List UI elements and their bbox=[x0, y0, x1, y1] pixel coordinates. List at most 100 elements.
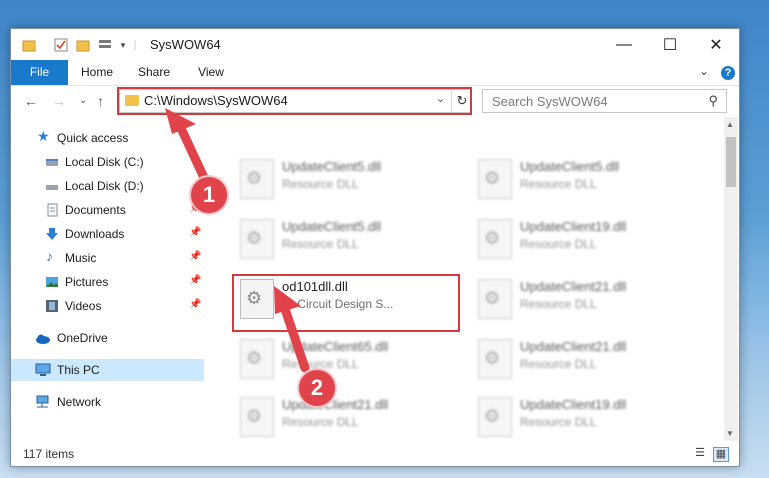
file-item[interactable]: ⚙ UpdateClient5.dll Resource DLL bbox=[234, 155, 454, 201]
file-name: UpdateClient19.dll bbox=[520, 219, 627, 234]
status-bar: 117 items ☰ ▦ bbox=[11, 442, 739, 466]
sidebar-label: Downloads bbox=[65, 227, 125, 241]
music-icon: ♪ bbox=[46, 248, 53, 264]
videos-icon bbox=[46, 300, 58, 312]
sidebar-item-videos[interactable]: Videos 📌 bbox=[11, 295, 204, 317]
file-item[interactable]: ⚙ UpdateClient21.dll Resource DLL bbox=[234, 393, 454, 439]
dll-file-icon: ⚙ bbox=[240, 339, 274, 379]
vertical-scrollbar[interactable]: ▲ ▼ bbox=[724, 117, 738, 441]
tab-home[interactable]: Home bbox=[75, 60, 119, 85]
file-description: Resource DLL bbox=[520, 177, 597, 191]
sidebar-item-music[interactable]: ♪ Music 📌 bbox=[11, 247, 204, 269]
documents-icon bbox=[47, 203, 58, 217]
file-item[interactable]: ⚙ UpdateClient5.dll Resource DLL bbox=[472, 155, 692, 201]
sidebar-item-onedrive[interactable]: OneDrive bbox=[11, 327, 204, 349]
window-title: SysWOW64 bbox=[150, 37, 221, 52]
navigation-pane: ★ Quick access Local Disk (C:) Local Dis… bbox=[11, 117, 204, 441]
cloud-icon bbox=[36, 334, 50, 344]
download-icon bbox=[46, 228, 58, 240]
sidebar-label: This PC bbox=[57, 363, 100, 377]
sidebar-label: Music bbox=[65, 251, 97, 265]
file-description: Resource DLL bbox=[520, 415, 597, 429]
title-separator: | bbox=[133, 39, 137, 51]
drive-icon bbox=[46, 185, 58, 190]
computer-icon bbox=[35, 363, 51, 376]
file-name: UpdateClient65.dll bbox=[282, 339, 389, 354]
file-description: Resource DLL bbox=[282, 415, 359, 429]
minimize-button[interactable]: — bbox=[601, 29, 647, 60]
sidebar-item-network[interactable]: Network bbox=[11, 391, 204, 413]
file-item[interactable]: ⚙ UpdateClient19.dll Resource DLL bbox=[472, 393, 692, 439]
file-name: UpdateClient21.dll bbox=[520, 279, 627, 294]
dll-file-icon: ⚙ bbox=[240, 159, 274, 199]
file-item[interactable]: ⚙ UpdateClient5.dll Resource DLL bbox=[234, 215, 454, 261]
star-icon: ★ bbox=[37, 128, 50, 144]
search-input[interactable]: Search SysWOW64 bbox=[492, 94, 608, 109]
dll-file-icon: ⚙ bbox=[478, 339, 512, 379]
folder-icon bbox=[21, 37, 37, 53]
file-name: UpdateClient5.dll bbox=[282, 219, 382, 234]
up-arrow-icon[interactable]: ↑ bbox=[97, 93, 104, 109]
sidebar-item-this-pc[interactable]: This PC bbox=[11, 359, 204, 381]
sidebar-label: Documents bbox=[65, 203, 126, 217]
sidebar-item-downloads[interactable]: Downloads 📌 bbox=[11, 223, 204, 245]
minimize-icon: — bbox=[616, 35, 632, 53]
forward-arrow-icon[interactable]: → bbox=[52, 93, 66, 109]
pin-icon[interactable]: 📌 bbox=[189, 251, 201, 262]
drive-icon bbox=[46, 159, 58, 166]
file-description: Resource DLL bbox=[282, 237, 359, 251]
file-name: UpdateClient21.dll bbox=[282, 397, 389, 412]
tiles-view-icon[interactable]: ▦ bbox=[713, 447, 729, 462]
sidebar-label: Local Disk (C:) bbox=[65, 155, 144, 169]
callout-one: 1 bbox=[189, 175, 229, 215]
pin-icon[interactable]: 📌 bbox=[189, 275, 201, 286]
scroll-thumb[interactable] bbox=[726, 137, 736, 187]
sidebar-item-local-disk-d[interactable]: Local Disk (D:) bbox=[11, 175, 204, 197]
item-count: 117 items bbox=[23, 447, 75, 461]
title-bar: ▾ | SysWOW64 — ☐ ✕ bbox=[11, 29, 739, 60]
view-options-icon[interactable] bbox=[97, 37, 113, 53]
file-name: UpdateClient5.dll bbox=[520, 159, 620, 174]
tab-view[interactable]: View bbox=[189, 60, 233, 85]
tab-share[interactable]: Share bbox=[132, 60, 176, 85]
help-icon[interactable]: ? bbox=[721, 66, 735, 80]
tab-file[interactable]: File bbox=[11, 60, 68, 85]
file-item[interactable]: ⚙ UpdateClient65.dll Resource DLL bbox=[234, 335, 454, 381]
file-description: Resource DLL bbox=[520, 237, 597, 251]
close-button[interactable]: ✕ bbox=[693, 29, 739, 60]
sidebar-label: Videos bbox=[65, 299, 102, 313]
file-description: Resource DLL bbox=[282, 177, 359, 191]
file-item[interactable]: ⚙ UpdateClient21.dll Resource DLL bbox=[472, 275, 692, 321]
dll-file-icon: ⚙ bbox=[478, 219, 512, 259]
sidebar-item-local-disk-c[interactable]: Local Disk (C:) bbox=[11, 151, 204, 173]
file-description: Resource DLL bbox=[520, 297, 597, 311]
back-arrow-icon[interactable]: ← bbox=[24, 93, 38, 109]
file-description: Resource DLL bbox=[520, 357, 597, 371]
sidebar-item-quick-access[interactable]: ★ Quick access bbox=[11, 127, 204, 149]
close-icon: ✕ bbox=[709, 36, 723, 54]
expand-ribbon-icon[interactable]: ⌄ bbox=[699, 64, 709, 78]
navigation-bar: ← → ⌄ ↑ C:\Windows\SysWOW64 ⌄ ↻ Search S… bbox=[11, 85, 739, 117]
search-box[interactable]: Search SysWOW64 ⚲ bbox=[482, 89, 727, 113]
explorer-window: ▾ | SysWOW64 — ☐ ✕ File Home Share View … bbox=[10, 28, 740, 467]
file-item[interactable]: ⚙ UpdateClient21.dll Resource DLL bbox=[472, 335, 692, 381]
file-list: ⚙ UpdateClient5.dll Resource DLL ⚙ Updat… bbox=[204, 117, 724, 441]
file-name: UpdateClient19.dll bbox=[520, 397, 627, 412]
pin-icon[interactable]: 📌 bbox=[189, 299, 201, 310]
sidebar-item-pictures[interactable]: Pictures 📌 bbox=[11, 271, 204, 293]
ribbon: File Home Share View ⌄ ? bbox=[11, 60, 739, 86]
sidebar-item-documents[interactable]: Documents 📌 bbox=[11, 199, 204, 221]
recent-locations-icon[interactable]: ⌄ bbox=[79, 95, 87, 106]
file-highlight-box bbox=[232, 274, 460, 332]
file-item[interactable]: ⚙ UpdateClient19.dll Resource DLL bbox=[472, 215, 692, 261]
maximize-button[interactable]: ☐ bbox=[647, 29, 693, 60]
new-folder-icon[interactable] bbox=[75, 37, 91, 53]
details-view-icon[interactable]: ☰ bbox=[693, 447, 707, 460]
scroll-down-icon[interactable]: ▼ bbox=[726, 429, 734, 438]
scroll-up-icon[interactable]: ▲ bbox=[726, 120, 734, 129]
properties-icon[interactable] bbox=[53, 37, 69, 53]
search-icon[interactable]: ⚲ bbox=[708, 93, 718, 109]
pin-icon[interactable]: 📌 bbox=[189, 227, 201, 238]
file-name: UpdateClient21.dll bbox=[520, 339, 627, 354]
dll-file-icon: ⚙ bbox=[478, 159, 512, 199]
